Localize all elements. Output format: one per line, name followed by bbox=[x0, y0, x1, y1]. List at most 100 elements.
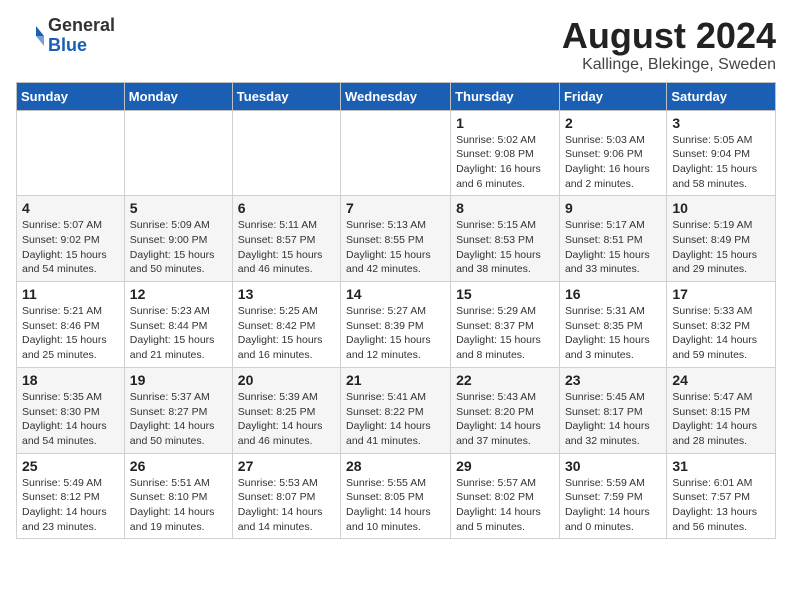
calendar-cell: 25 Sunrise: 5:49 AM Sunset: 8:12 PM Dayli… bbox=[17, 453, 125, 539]
calendar-cell: 13 Sunrise: 5:25 AM Sunset: 8:42 PM Dayli… bbox=[232, 282, 340, 368]
day-detail: Sunrise: 5:51 AM Sunset: 8:10 PM Dayligh… bbox=[130, 476, 227, 535]
calendar-cell: 8Sunrise: 5:15 AM Sunset: 8:53 PM Daylig… bbox=[451, 196, 560, 282]
logo-icon bbox=[16, 22, 44, 50]
calendar-cell bbox=[232, 110, 340, 196]
calendar-cell: 18 Sunrise: 5:35 AM Sunset: 8:30 PM Dayli… bbox=[17, 367, 125, 453]
calendar-week-3: 11 Sunrise: 5:21 AM Sunset: 8:46 PM Dayli… bbox=[17, 282, 776, 368]
calendar-cell: 12Sunrise: 5:23 AM Sunset: 8:44 PM Dayli… bbox=[124, 282, 232, 368]
calendar-week-1: 1 Sunrise: 5:02 AM Sunset: 9:08 PM Daylig… bbox=[17, 110, 776, 196]
day-number: 17 bbox=[672, 286, 770, 302]
header-cell-monday: Monday bbox=[124, 82, 232, 110]
logo: General Blue bbox=[16, 16, 115, 56]
day-number: 3 bbox=[672, 115, 770, 131]
day-number: 14 bbox=[346, 286, 445, 302]
day-detail: Sunrise: 5:23 AM Sunset: 8:44 PM Dayligh… bbox=[130, 304, 227, 363]
header-cell-thursday: Thursday bbox=[451, 82, 560, 110]
day-detail: Sunrise: 5:57 AM Sunset: 8:02 PM Dayligh… bbox=[456, 476, 554, 535]
calendar-cell: 26 Sunrise: 5:51 AM Sunset: 8:10 PM Dayli… bbox=[124, 453, 232, 539]
calendar-week-5: 25 Sunrise: 5:49 AM Sunset: 8:12 PM Dayli… bbox=[17, 453, 776, 539]
day-number: 30 bbox=[565, 458, 661, 474]
day-number: 24 bbox=[672, 372, 770, 388]
day-number: 15 bbox=[456, 286, 554, 302]
day-number: 5 bbox=[130, 200, 227, 216]
calendar-cell: 16 Sunrise: 5:31 AM Sunset: 8:35 PM Dayli… bbox=[559, 282, 666, 368]
day-number: 13 bbox=[238, 286, 335, 302]
calendar-cell: 17Sunrise: 5:33 AM Sunset: 8:32 PM Dayli… bbox=[667, 282, 776, 368]
day-detail: Sunrise: 5:37 AM Sunset: 8:27 PM Dayligh… bbox=[130, 390, 227, 449]
day-number: 1 bbox=[456, 115, 554, 131]
header-cell-friday: Friday bbox=[559, 82, 666, 110]
calendar-cell bbox=[124, 110, 232, 196]
day-detail: Sunrise: 5:15 AM Sunset: 8:53 PM Dayligh… bbox=[456, 218, 554, 277]
day-detail: Sunrise: 5:19 AM Sunset: 8:49 PM Dayligh… bbox=[672, 218, 770, 277]
day-detail: Sunrise: 5:17 AM Sunset: 8:51 PM Dayligh… bbox=[565, 218, 661, 277]
day-number: 19 bbox=[130, 372, 227, 388]
header-cell-sunday: Sunday bbox=[17, 82, 125, 110]
day-detail: Sunrise: 5:07 AM Sunset: 9:02 PM Dayligh… bbox=[22, 218, 119, 277]
calendar-cell: 29Sunrise: 5:57 AM Sunset: 8:02 PM Dayli… bbox=[451, 453, 560, 539]
header-cell-saturday: Saturday bbox=[667, 82, 776, 110]
day-detail: Sunrise: 5:05 AM Sunset: 9:04 PM Dayligh… bbox=[672, 133, 770, 192]
day-number: 23 bbox=[565, 372, 661, 388]
calendar-body: 1 Sunrise: 5:02 AM Sunset: 9:08 PM Daylig… bbox=[17, 110, 776, 539]
day-detail: Sunrise: 5:25 AM Sunset: 8:42 PM Dayligh… bbox=[238, 304, 335, 363]
calendar-cell: 2Sunrise: 5:03 AM Sunset: 9:06 PM Daylig… bbox=[559, 110, 666, 196]
calendar-cell: 31Sunrise: 6:01 AM Sunset: 7:57 PM Dayli… bbox=[667, 453, 776, 539]
calendar-cell: 1 Sunrise: 5:02 AM Sunset: 9:08 PM Daylig… bbox=[451, 110, 560, 196]
calendar-cell: 5Sunrise: 5:09 AM Sunset: 9:00 PM Daylig… bbox=[124, 196, 232, 282]
day-detail: Sunrise: 5:55 AM Sunset: 8:05 PM Dayligh… bbox=[346, 476, 445, 535]
day-detail: Sunrise: 6:01 AM Sunset: 7:57 PM Dayligh… bbox=[672, 476, 770, 535]
day-number: 9 bbox=[565, 200, 661, 216]
calendar-cell: 30 Sunrise: 5:59 AM Sunset: 7:59 PM Dayli… bbox=[559, 453, 666, 539]
day-number: 10 bbox=[672, 200, 770, 216]
header-cell-wednesday: Wednesday bbox=[341, 82, 451, 110]
day-detail: Sunrise: 5:35 AM Sunset: 8:30 PM Dayligh… bbox=[22, 390, 119, 449]
calendar-cell bbox=[17, 110, 125, 196]
day-number: 11 bbox=[22, 286, 119, 302]
calendar-week-4: 18 Sunrise: 5:35 AM Sunset: 8:30 PM Dayli… bbox=[17, 367, 776, 453]
logo-blue: Blue bbox=[48, 36, 115, 56]
day-detail: Sunrise: 5:03 AM Sunset: 9:06 PM Dayligh… bbox=[565, 133, 661, 192]
calendar-cell: 23 Sunrise: 5:45 AM Sunset: 8:17 PM Dayli… bbox=[559, 367, 666, 453]
day-detail: Sunrise: 5:02 AM Sunset: 9:08 PM Dayligh… bbox=[456, 133, 554, 192]
day-detail: Sunrise: 5:13 AM Sunset: 8:55 PM Dayligh… bbox=[346, 218, 445, 277]
day-number: 6 bbox=[238, 200, 335, 216]
location-subtitle: Kallinge, Blekinge, Sweden bbox=[562, 56, 776, 74]
day-detail: Sunrise: 5:27 AM Sunset: 8:39 PM Dayligh… bbox=[346, 304, 445, 363]
calendar-cell: 14 Sunrise: 5:27 AM Sunset: 8:39 PM Dayli… bbox=[341, 282, 451, 368]
header-row: SundayMondayTuesdayWednesdayThursdayFrid… bbox=[17, 82, 776, 110]
calendar-cell: 9 Sunrise: 5:17 AM Sunset: 8:51 PM Daylig… bbox=[559, 196, 666, 282]
day-detail: Sunrise: 5:59 AM Sunset: 7:59 PM Dayligh… bbox=[565, 476, 661, 535]
day-detail: Sunrise: 5:49 AM Sunset: 8:12 PM Dayligh… bbox=[22, 476, 119, 535]
calendar-cell: 11 Sunrise: 5:21 AM Sunset: 8:46 PM Dayli… bbox=[17, 282, 125, 368]
calendar-cell bbox=[341, 110, 451, 196]
day-detail: Sunrise: 5:39 AM Sunset: 8:25 PM Dayligh… bbox=[238, 390, 335, 449]
calendar-cell: 22Sunrise: 5:43 AM Sunset: 8:20 PM Dayli… bbox=[451, 367, 560, 453]
day-detail: Sunrise: 5:53 AM Sunset: 8:07 PM Dayligh… bbox=[238, 476, 335, 535]
day-number: 26 bbox=[130, 458, 227, 474]
calendar-cell: 4Sunrise: 5:07 AM Sunset: 9:02 PM Daylig… bbox=[17, 196, 125, 282]
day-number: 16 bbox=[565, 286, 661, 302]
month-year-title: August 2024 bbox=[562, 16, 776, 56]
calendar-table: SundayMondayTuesdayWednesdayThursdayFrid… bbox=[16, 82, 776, 540]
calendar-cell: 15Sunrise: 5:29 AM Sunset: 8:37 PM Dayli… bbox=[451, 282, 560, 368]
day-number: 21 bbox=[346, 372, 445, 388]
title-block: August 2024 Kallinge, Blekinge, Sweden bbox=[562, 16, 776, 74]
day-detail: Sunrise: 5:21 AM Sunset: 8:46 PM Dayligh… bbox=[22, 304, 119, 363]
logo-text: General Blue bbox=[48, 16, 115, 56]
calendar-cell: 28 Sunrise: 5:55 AM Sunset: 8:05 PM Dayli… bbox=[341, 453, 451, 539]
calendar-week-2: 4Sunrise: 5:07 AM Sunset: 9:02 PM Daylig… bbox=[17, 196, 776, 282]
day-number: 20 bbox=[238, 372, 335, 388]
calendar-cell: 19 Sunrise: 5:37 AM Sunset: 8:27 PM Dayli… bbox=[124, 367, 232, 453]
day-number: 25 bbox=[22, 458, 119, 474]
page-header: General Blue August 2024 Kallinge, Bleki… bbox=[16, 16, 776, 74]
day-detail: Sunrise: 5:31 AM Sunset: 8:35 PM Dayligh… bbox=[565, 304, 661, 363]
day-number: 28 bbox=[346, 458, 445, 474]
calendar-cell: 6 Sunrise: 5:11 AM Sunset: 8:57 PM Daylig… bbox=[232, 196, 340, 282]
day-detail: Sunrise: 5:45 AM Sunset: 8:17 PM Dayligh… bbox=[565, 390, 661, 449]
day-detail: Sunrise: 5:11 AM Sunset: 8:57 PM Dayligh… bbox=[238, 218, 335, 277]
day-detail: Sunrise: 5:47 AM Sunset: 8:15 PM Dayligh… bbox=[672, 390, 770, 449]
calendar-cell: 7Sunrise: 5:13 AM Sunset: 8:55 PM Daylig… bbox=[341, 196, 451, 282]
day-detail: Sunrise: 5:41 AM Sunset: 8:22 PM Dayligh… bbox=[346, 390, 445, 449]
day-number: 18 bbox=[22, 372, 119, 388]
